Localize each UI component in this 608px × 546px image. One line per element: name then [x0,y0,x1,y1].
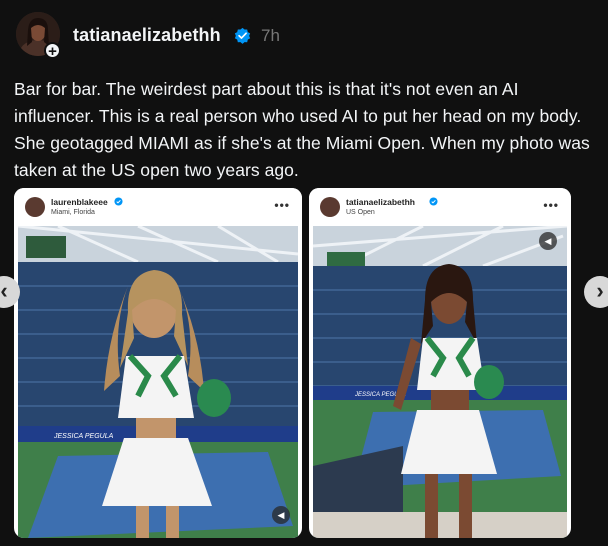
verified-badge-icon [234,27,251,44]
embedded-avatar [320,197,340,217]
embedded-post-header: tatianaelizabethh US Open ••• [309,188,571,226]
post-timestamp: 7h [261,26,280,45]
verified-badge-icon [114,197,123,206]
speaker-icon[interactable]: ◀ [272,506,290,524]
embedded-location: US Open [346,209,375,216]
tag-icon[interactable]: ◀ [539,232,557,250]
carousel-image-card-1[interactable]: laurenblakeee Miami, Florida ••• JESSICA… [14,188,302,538]
carousel-image-card-2[interactable]: tatianaelizabethh US Open ••• JESSICA PE… [309,188,571,538]
banner-text: JESSICA PEGULA [53,433,114,440]
embedded-post-header: laurenblakeee Miami, Florida ••• [14,188,302,226]
chevron-right-icon[interactable]: › [584,276,608,308]
embedded-location: Miami, Florida [51,209,95,216]
post-body-text: Bar for bar. The weirdest part about thi… [14,79,590,180]
embedded-username: laurenblakeee [51,197,108,207]
embedded-avatar [25,197,45,217]
author-username[interactable]: tatianaelizabethh [73,25,221,46]
follow-plus-icon[interactable]: + [44,42,61,60]
more-dots-icon[interactable]: ••• [543,198,559,212]
stadium-photo: JESSICA PEGULA [18,226,298,538]
verified-badge-icon [429,197,438,206]
more-dots-icon[interactable]: ••• [274,198,290,212]
stadium-photo: JESSICA PEGULA [313,226,567,538]
embedded-username: tatianaelizabethh [346,197,415,207]
